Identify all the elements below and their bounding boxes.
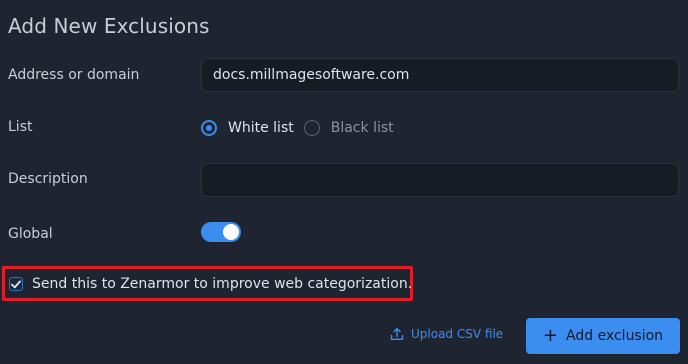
upload-csv-link[interactable]: Upload CSV file bbox=[390, 327, 503, 341]
radio-checked-icon bbox=[201, 120, 217, 136]
upload-csv-label: Upload CSV file bbox=[411, 327, 504, 341]
list-label: List bbox=[8, 119, 33, 135]
radio-unchecked-icon bbox=[303, 120, 320, 136]
address-input[interactable] bbox=[201, 58, 679, 92]
add-exclusions-panel: Add New Exclusions Address or domain Lis… bbox=[0, 0, 688, 364]
global-toggle[interactable] bbox=[201, 222, 241, 242]
check-icon bbox=[11, 280, 21, 288]
radio-white-list[interactable]: White list bbox=[201, 120, 304, 136]
send-to-zenarmor-checkbox[interactable] bbox=[9, 277, 23, 291]
description-input[interactable] bbox=[201, 163, 679, 197]
send-to-zenarmor-label: Send this to Zenarmor to improve web cat… bbox=[32, 276, 413, 292]
add-exclusion-button[interactable]: + Add exclusion bbox=[526, 318, 680, 354]
dialog-title: Add New Exclusions bbox=[8, 14, 210, 38]
radio-black-list[interactable]: Black list bbox=[303, 120, 394, 136]
radio-black-list-label: Black list bbox=[330, 120, 394, 136]
plus-icon: + bbox=[542, 325, 559, 346]
toggle-knob bbox=[223, 224, 239, 240]
send-to-zenarmor-row: Send this to Zenarmor to improve web cat… bbox=[9, 274, 412, 294]
address-label: Address or domain bbox=[8, 67, 140, 83]
description-label: Description bbox=[8, 171, 88, 187]
add-exclusion-label: Add exclusion bbox=[566, 328, 664, 344]
upload-icon bbox=[390, 327, 404, 340]
radio-white-list-label: White list bbox=[228, 120, 294, 136]
list-radio-group: White list Black list bbox=[201, 118, 394, 138]
global-label: Global bbox=[8, 226, 53, 242]
